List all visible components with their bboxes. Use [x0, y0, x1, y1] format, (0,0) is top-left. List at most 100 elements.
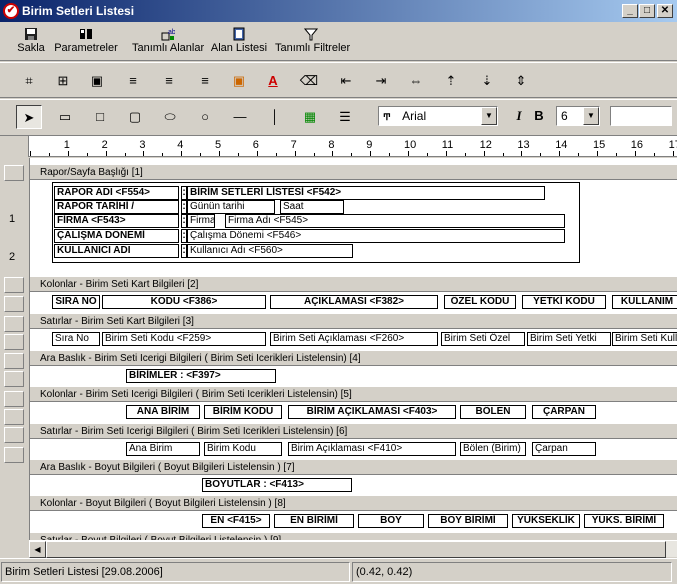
report-field[interactable]: EN <F415>: [202, 514, 270, 528]
report-field[interactable]: YÜKS. BİRİMİ: [584, 514, 664, 528]
report-field[interactable]: Ana Birim: [126, 442, 200, 456]
band-title[interactable]: Kolonlar - Birim Seti Kart Bilgileri [2]: [30, 276, 677, 292]
align-left-icon[interactable]: ≡: [122, 70, 144, 92]
picture-tool-icon[interactable]: ▦: [297, 105, 323, 129]
header-value[interactable]: Firma: [187, 214, 215, 228]
align-bottoms-icon[interactable]: ⇣: [476, 70, 498, 92]
align-center-icon[interactable]: ≡: [158, 70, 180, 92]
align-lefts-icon[interactable]: ⇤: [335, 70, 357, 92]
band-marker[interactable]: [4, 165, 24, 181]
report-field[interactable]: BÖLEN: [460, 405, 526, 419]
report-field[interactable]: Birim Seti Kodu <F259>: [102, 332, 266, 346]
align-right-icon[interactable]: ≡: [194, 70, 216, 92]
rectangle-tool-icon[interactable]: □: [87, 105, 113, 129]
band-marker[interactable]: [4, 409, 24, 425]
header-value[interactable]: Günün tarihi: [187, 200, 275, 214]
header-value[interactable]: Çalışma Dönemi <F546>: [187, 229, 565, 243]
report-field[interactable]: YÜKSEKLİK: [512, 514, 580, 528]
report-field[interactable]: KULLANIM: [612, 295, 677, 309]
header-value[interactable]: BİRİM SETLERİ LİSTESİ <F542>: [187, 186, 545, 200]
circle-tool-icon[interactable]: ○: [192, 105, 218, 129]
report-field[interactable]: YETKİ KODU: [522, 295, 606, 309]
band-title[interactable]: Ara Baslık - Boyut Bilgileri ( Boyut Bil…: [30, 459, 677, 475]
band-title[interactable]: Ara Baslık - Birim Seti Icerigi Bilgiler…: [30, 350, 677, 366]
horizontal-scrollbar[interactable]: ◀: [29, 540, 677, 558]
report-field[interactable]: BOY BİRİMİ: [428, 514, 508, 528]
ellipse-tool-icon[interactable]: ⬭: [157, 105, 183, 129]
report-field[interactable]: BOYUTLAR : <F413>: [202, 478, 352, 492]
same-width-icon[interactable]: ⇔: [405, 70, 427, 92]
report-field[interactable]: Sıra No: [52, 332, 100, 346]
fill-color-icon[interactable]: ▣: [228, 70, 250, 92]
fit-to-grid-icon[interactable]: ⊞: [52, 70, 74, 92]
band-marker[interactable]: [4, 371, 24, 387]
report-field[interactable]: Bölen (Birim): [460, 442, 526, 456]
report-field[interactable]: BİRİM AÇIKLAMASI <F403>: [288, 405, 456, 419]
report-field[interactable]: SIRA NO: [52, 295, 100, 309]
report-field[interactable]: KODU <F386>: [102, 295, 266, 309]
header-label[interactable]: KULLANICI ADI: [54, 244, 179, 258]
defined-fields-button[interactable]: ab Tanımlı Alanlar: [132, 25, 204, 59]
report-design-canvas[interactable]: Rapor/Sayfa Başlığı [1] RAPOR ADI <F554>…: [29, 158, 677, 540]
vertical-line-tool-icon[interactable]: │: [262, 105, 288, 129]
band-header[interactable]: Rapor/Sayfa Başlığı [1]: [30, 164, 677, 180]
save-button[interactable]: Sakla: [14, 25, 48, 59]
close-button[interactable]: ✕: [657, 4, 673, 18]
defined-filters-button[interactable]: Tanımlı Filtreler: [275, 25, 350, 59]
band-marker[interactable]: [4, 277, 24, 293]
band-title[interactable]: Kolonlar - Boyut Bilgileri ( Boyut Bilgi…: [30, 495, 677, 511]
scroll-left-icon[interactable]: ◀: [29, 541, 46, 558]
align-to-grid-icon[interactable]: ⌗: [18, 70, 40, 92]
band-title[interactable]: Satırlar - Birim Seti Kart Bilgileri [3]: [30, 313, 677, 329]
band-marker[interactable]: [4, 334, 24, 350]
header-label[interactable]: RAPOR ADI <F554>: [54, 186, 179, 200]
memo-tool-icon[interactable]: ☰: [332, 105, 358, 129]
band-marker[interactable]: [4, 391, 24, 407]
band-marker[interactable]: [4, 296, 24, 312]
report-field[interactable]: Çarpan: [532, 442, 596, 456]
report-field[interactable]: BİRİM KODU: [204, 405, 282, 419]
band-marker[interactable]: [4, 353, 24, 369]
report-field[interactable]: Birim Seti Kull: [612, 332, 677, 346]
font-color-icon[interactable]: A: [262, 70, 284, 92]
report-field[interactable]: AÇIKLAMASI <F382>: [270, 295, 438, 309]
report-field[interactable]: Birim Kodu: [204, 442, 282, 456]
bold-button[interactable]: B: [526, 104, 552, 128]
rounded-rect-tool-icon[interactable]: ▢: [122, 105, 148, 129]
bring-to-front-icon[interactable]: ▣: [86, 70, 108, 92]
extra-input[interactable]: [610, 106, 672, 126]
report-field[interactable]: BOY: [358, 514, 424, 528]
report-field[interactable]: ANA BİRİM: [126, 405, 200, 419]
minimize-button[interactable]: _: [622, 4, 638, 18]
chevron-down-icon[interactable]: ▼: [481, 107, 497, 125]
band-title[interactable]: Satırlar - Birim Seti Icerigi Bilgileri …: [30, 423, 677, 439]
band-marker[interactable]: [4, 447, 24, 463]
report-field[interactable]: Birim Seti Açıklaması <F260>: [270, 332, 438, 346]
header-label[interactable]: RAPOR TARİHİ /: [54, 200, 179, 214]
text-field-tool-icon[interactable]: ▭: [52, 105, 78, 129]
band-marker[interactable]: [4, 427, 24, 443]
band-title[interactable]: Kolonlar - Birim Seti Icerigi Bilgileri …: [30, 386, 677, 402]
maximize-button[interactable]: □: [639, 4, 655, 18]
align-rights-icon[interactable]: ⇥: [370, 70, 392, 92]
header-extra[interactable]: Firma Adı <F545>: [225, 214, 565, 228]
report-field[interactable]: Birim Açıklaması <F410>: [288, 442, 456, 456]
report-field[interactable]: Birim Seti Özel: [441, 332, 525, 346]
scroll-thumb[interactable]: [46, 541, 666, 558]
align-tops-icon[interactable]: ⇡: [440, 70, 462, 92]
header-value[interactable]: Kullanıcı Adı <F560>: [187, 244, 353, 258]
header-label[interactable]: ÇALIŞMA DÖNEMİ: [54, 229, 179, 243]
field-list-button[interactable]: Alan Listesi: [210, 25, 268, 59]
report-field[interactable]: BİRİMLER : <F397>: [126, 369, 276, 383]
report-field[interactable]: Birim Seti Yetki: [527, 332, 611, 346]
font-size-select[interactable]: 6 ▼: [556, 106, 600, 126]
report-field[interactable]: EN BİRİMİ: [274, 514, 354, 528]
band-marker[interactable]: [4, 316, 24, 332]
header-extra[interactable]: Saat: [280, 200, 344, 214]
eraser-icon[interactable]: ⌫: [298, 70, 320, 92]
report-field[interactable]: ÇARPAN: [532, 405, 596, 419]
band-title[interactable]: Satırlar - Boyut Bilgileri ( Boyut Bilgi…: [30, 532, 677, 540]
horizontal-line-tool-icon[interactable]: —: [227, 105, 253, 129]
report-field[interactable]: ÖZEL KODU: [444, 295, 516, 309]
font-name-select[interactable]: Ͳ Arial ▼: [378, 106, 498, 126]
